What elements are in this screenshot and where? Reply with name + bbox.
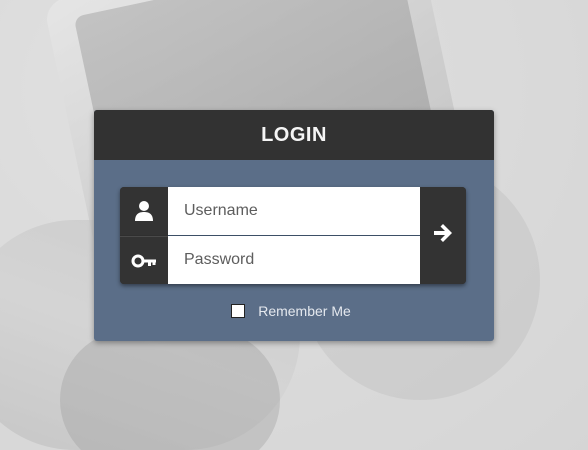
username-row <box>120 187 420 235</box>
login-card: LOGIN Username Remember Me <box>94 110 494 341</box>
user-icon <box>120 187 168 235</box>
login-header: LOGIN <box>94 110 494 160</box>
password-input[interactable] <box>168 236 420 284</box>
submit-button[interactable] <box>420 187 466 284</box>
remember-me-checkbox[interactable] <box>231 304 246 318</box>
username-input[interactable] <box>168 187 420 235</box>
arrow-right-icon <box>432 222 454 249</box>
remember-me: Remember Me <box>94 303 494 319</box>
login-form <box>120 187 466 284</box>
remember-me-label[interactable]: Remember Me <box>258 303 351 319</box>
login-title: LOGIN <box>261 123 327 146</box>
key-icon <box>120 236 168 284</box>
password-row <box>120 236 420 284</box>
